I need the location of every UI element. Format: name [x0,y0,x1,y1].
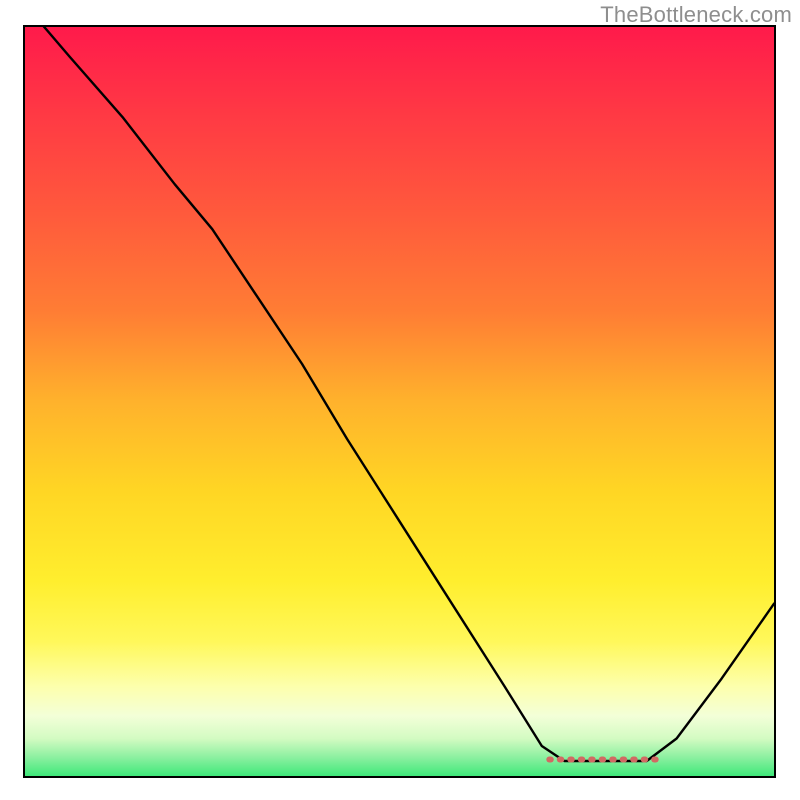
optimal-marker [546,757,658,763]
plot-svg [25,27,774,776]
gradient-background [25,27,774,776]
plot-frame [23,25,776,778]
chart-container: TheBottleneck.com [0,0,800,800]
